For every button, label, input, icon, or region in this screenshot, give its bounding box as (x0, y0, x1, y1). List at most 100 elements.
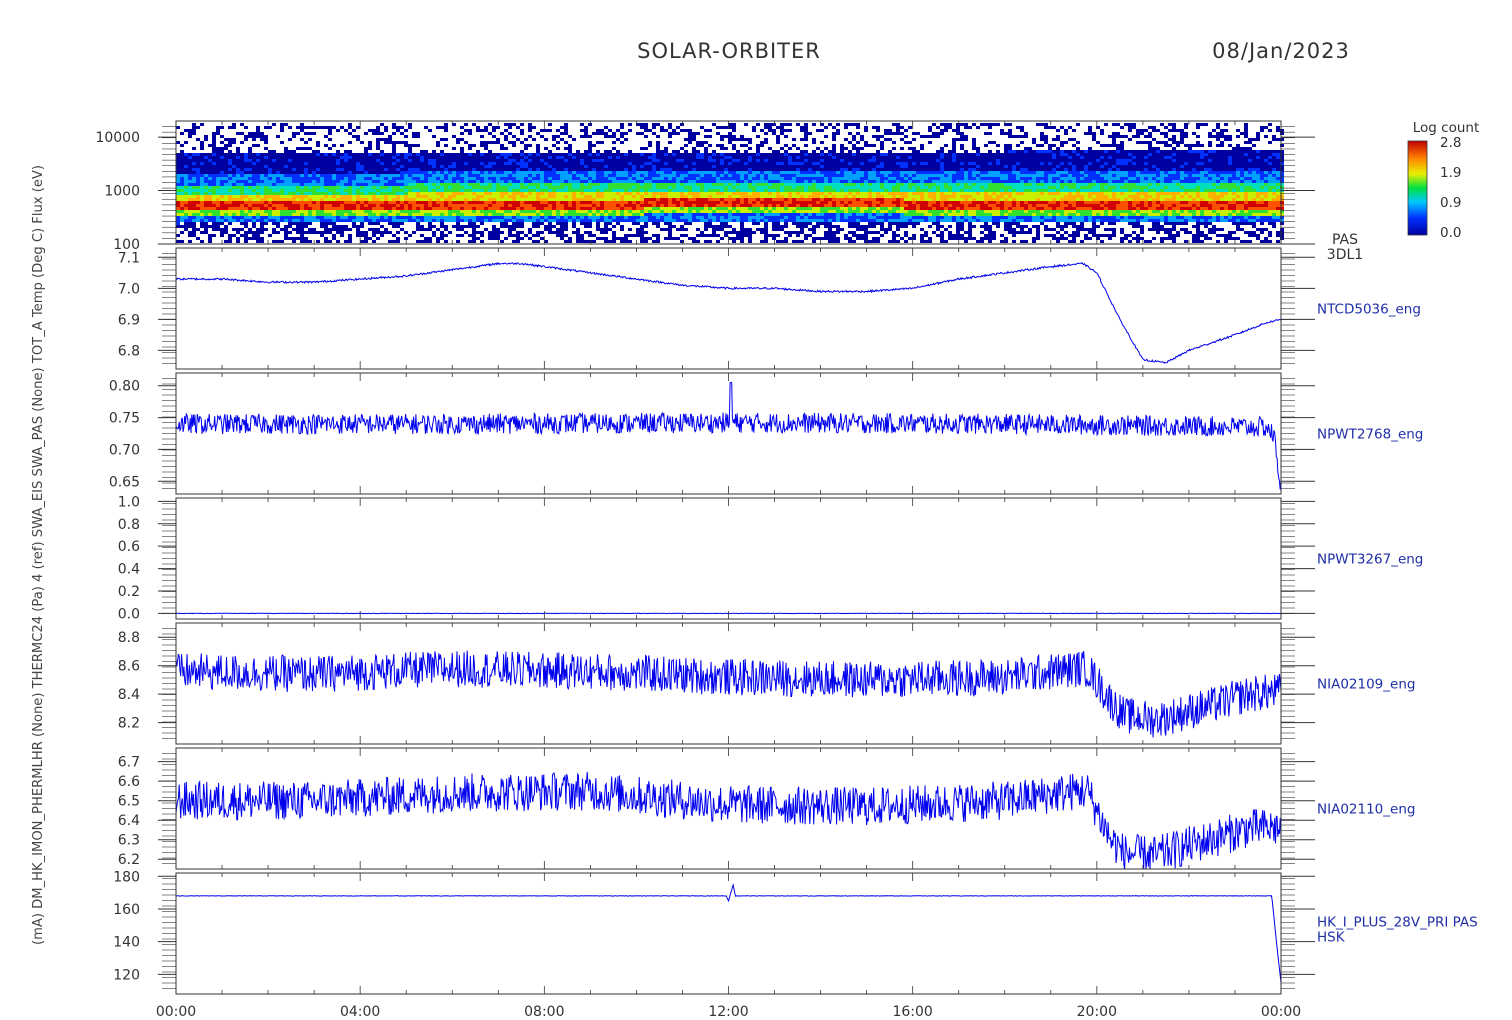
spectrogram-cell (808, 159, 812, 162)
spectrogram-cell (692, 210, 696, 213)
spectrogram-cell (508, 123, 512, 126)
spectrogram-cell (240, 198, 244, 201)
spectrogram-cell (788, 123, 792, 126)
spectrogram-cell (436, 171, 440, 174)
spectrogram-cell (612, 216, 616, 219)
spectrogram-cell (184, 201, 188, 204)
spectrogram-cell (552, 171, 556, 174)
spectrogram-cell (756, 213, 760, 216)
spectrogram-cell (348, 219, 352, 222)
spectrogram-cell (672, 186, 676, 189)
spectrogram-cell (200, 177, 204, 180)
spectrogram-cell (508, 186, 512, 189)
spectrogram-cell (824, 213, 828, 216)
spectrogram-cell (780, 168, 784, 171)
spectrogram-cell (356, 171, 360, 174)
spectrogram-cell (628, 228, 632, 231)
spectrogram-cell (296, 201, 300, 204)
spectrogram-cell (184, 222, 188, 225)
spectrogram-cell (656, 150, 660, 153)
spectrogram-cell (384, 183, 388, 186)
spectrogram-cell (512, 192, 516, 195)
spectrogram-cell (752, 171, 756, 174)
spectrogram-cell (368, 189, 372, 192)
spectrogram-cell (376, 231, 380, 234)
spectrogram-cell (808, 213, 812, 216)
spectrogram-cell (488, 180, 492, 183)
spectrogram-cell (636, 165, 640, 168)
spectrogram-cell (504, 156, 508, 159)
spectrogram-cell (364, 216, 368, 219)
spectrogram-cell (208, 198, 212, 201)
spectrogram-cell (416, 153, 420, 156)
spectrogram-cell (684, 177, 688, 180)
spectrogram-cell (176, 177, 180, 180)
spectrogram-cell (424, 210, 428, 213)
spectrogram-cell (624, 156, 628, 159)
spectrogram-cell (820, 168, 824, 171)
spectrogram-cell (812, 168, 816, 171)
spectrogram-cell (296, 210, 300, 213)
spectrogram-cell (580, 123, 584, 126)
spectrogram-cell (580, 234, 584, 237)
spectrogram-cell (320, 216, 324, 219)
spectrogram-cell (452, 162, 456, 165)
spectrogram-cell (208, 144, 212, 147)
spectrogram-cell (636, 174, 640, 177)
spectrogram-cell (248, 174, 252, 177)
spectrogram-cell (600, 141, 604, 144)
spectrogram-cell (756, 198, 760, 201)
spectrogram-cell (364, 168, 368, 171)
spectrogram-cell (408, 150, 412, 153)
spectrogram-cell (372, 207, 376, 210)
spectrogram-cell (548, 204, 552, 207)
spectrogram-cell (228, 141, 232, 144)
spectrogram-cell (480, 135, 484, 138)
spectrogram-cell (576, 189, 580, 192)
spectrogram-cell (776, 126, 780, 129)
spectrogram-cell (404, 186, 408, 189)
spectrogram-cell (240, 234, 244, 237)
spectrogram-cell (804, 156, 808, 159)
spectrogram-cell (720, 222, 724, 225)
spectrogram-cell (652, 222, 656, 225)
spectrogram-cell (236, 228, 240, 231)
spectrogram-cell (268, 201, 272, 204)
spectrogram-cell (280, 189, 284, 192)
spectrogram-cell (360, 180, 364, 183)
spectrogram-cell (404, 159, 408, 162)
spectrogram-cell (244, 237, 248, 240)
spectrogram-cell (532, 213, 536, 216)
spectrogram-cell (632, 216, 636, 219)
spectrogram-cell (764, 204, 768, 207)
spectrogram-cell (372, 129, 376, 132)
spectrogram-cell (552, 225, 556, 228)
spectrogram-cell (760, 219, 764, 222)
spectrogram-cell (520, 132, 524, 135)
spectrogram-cell (680, 183, 684, 186)
spectrogram-cell (800, 216, 804, 219)
spectrogram-cell (828, 204, 832, 207)
spectrogram-cell (444, 225, 448, 228)
spectrogram-cell (300, 183, 304, 186)
spectrogram-cell (268, 168, 272, 171)
spectrogram-cell (740, 231, 744, 234)
spectrogram-cell (656, 234, 660, 237)
spectrogram-cell (272, 156, 276, 159)
spectrogram-cell (700, 165, 704, 168)
spectrogram-cell (480, 180, 484, 183)
spectrogram-cell (812, 186, 816, 189)
spectrogram-cell (336, 231, 340, 234)
spectrogram-cell (760, 174, 764, 177)
spectrogram-cell (740, 228, 744, 231)
spectrogram-cell (732, 213, 736, 216)
spectrogram-cell (644, 180, 648, 183)
spectrogram-cell (812, 201, 816, 204)
spectrogram-cell (424, 204, 428, 207)
spectrogram-cell (220, 201, 224, 204)
spectrogram-cell (528, 219, 532, 222)
spectrogram-cell (464, 189, 468, 192)
spectrogram-cell (792, 156, 796, 159)
spectrogram-cell (480, 192, 484, 195)
spectrogram-cell (512, 225, 516, 228)
